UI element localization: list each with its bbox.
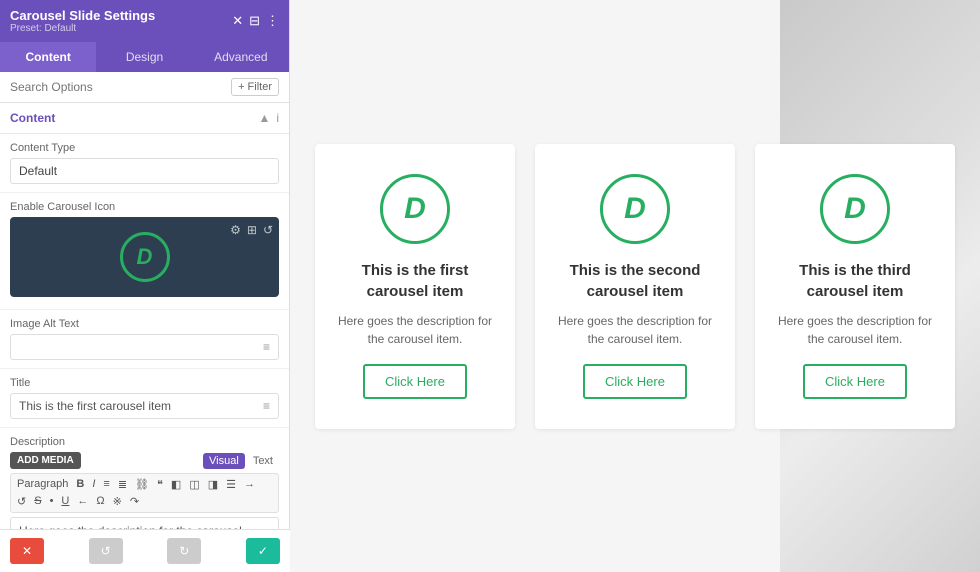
carousel-desc-1: Here goes the description for the carous… [555, 312, 715, 348]
carousel-title-1: This is the second carousel item [555, 260, 715, 302]
save-button[interactable]: ✓ [246, 538, 280, 564]
carousel-letter-0: D [404, 192, 426, 226]
carousel-desc-2: Here goes the description for the carous… [775, 312, 935, 348]
indent-icon[interactable]: → [241, 477, 258, 492]
editor-toolbar: Paragraph B I ≡ ≣ ⛓ ❝ ◧ ◫ ◨ ☰ → ↺ S • U … [10, 473, 279, 513]
paragraph-select[interactable]: Paragraph [14, 477, 71, 492]
section-title: Content [10, 111, 55, 125]
search-bar: + Filter [0, 72, 289, 103]
panel-footer: ✕ ↺ ↻ ✓ [0, 529, 290, 572]
panel-tabs: Content Design Advanced [0, 42, 289, 72]
refresh-icon[interactable]: ↺ [263, 223, 273, 237]
carousel-button-2[interactable]: Click Here [803, 364, 907, 399]
carousel-letter-2: D [844, 192, 866, 226]
align-center-icon[interactable]: ◫ [186, 477, 202, 492]
panel-title: Carousel Slide Settings [10, 8, 155, 23]
carousel-button-0[interactable]: Click Here [363, 364, 467, 399]
content-type-label: Content Type [10, 142, 279, 154]
title-input[interactable] [11, 394, 255, 418]
bullet-icon[interactable]: • [47, 494, 57, 509]
panel-header: Carousel Slide Settings Preset: Default … [0, 0, 289, 42]
enable-icon-field: Enable Carousel Icon ⚙ ⊞ ↺ D [0, 193, 289, 310]
align-justify-icon[interactable]: ☰ [223, 477, 239, 492]
visual-tab[interactable]: Visual [203, 453, 245, 469]
title-input-icon[interactable]: ≡ [255, 399, 278, 413]
bold-icon[interactable]: B [73, 477, 87, 492]
settings-panel: Carousel Slide Settings Preset: Default … [0, 0, 290, 572]
visual-text-tabs: Visual Text [203, 453, 279, 469]
title-field: Title ≡ [0, 369, 289, 428]
omega-icon[interactable]: Ω [93, 494, 107, 509]
icon-preview-controls: ⚙ ⊞ ↺ [230, 223, 273, 237]
link-icon[interactable]: ⛓ [132, 477, 152, 492]
underline-icon[interactable]: U [58, 494, 72, 509]
panel-header-icons: ✕ ⊟ ⋮ [232, 13, 279, 29]
undo-button[interactable]: ↺ [89, 538, 123, 564]
carousel-desc-0: Here goes the description for the carous… [335, 312, 495, 348]
italic-icon[interactable]: I [89, 477, 98, 492]
strikethrough-icon[interactable]: S [31, 494, 44, 509]
carousel-container: D This is the first carousel item Here g… [290, 104, 980, 469]
content-type-select[interactable]: Default [10, 158, 279, 184]
image-alt-input-wrapper: ≡ [10, 334, 279, 360]
content-type-field: Content Type Default [0, 134, 289, 193]
panel-body: Content ▲ i Content Type Default Enable … [0, 103, 289, 572]
carousel-title-2: This is the third carousel item [775, 260, 935, 302]
image-alt-input[interactable] [11, 335, 255, 359]
description-label: Description [10, 436, 279, 448]
add-media-button[interactable]: ADD MEDIA [10, 452, 81, 469]
title-input-wrapper: ≡ [10, 393, 279, 419]
image-alt-field: Image Alt Text ≡ [0, 310, 289, 369]
redo-button[interactable]: ↻ [167, 538, 201, 564]
align-left-icon[interactable]: ◧ [168, 477, 184, 492]
align-right-icon[interactable]: ◨ [205, 477, 221, 492]
carousel-item: D This is the third carousel item Here g… [755, 144, 955, 429]
undo-toolbar-icon[interactable]: ↺ [14, 494, 29, 509]
image-alt-label: Image Alt Text [10, 318, 279, 330]
content-section-header: Content ▲ i [0, 103, 289, 134]
carousel-button-1[interactable]: Click Here [583, 364, 687, 399]
special-icon[interactable]: ※ [110, 494, 125, 509]
search-input[interactable] [10, 80, 225, 94]
collapse-icon[interactable]: ▲ [258, 111, 270, 125]
settings-icon[interactable]: ⚙ [230, 223, 241, 237]
minimize-icon[interactable]: ⊟ [249, 13, 260, 29]
preview-panel: D This is the first carousel item Here g… [290, 0, 980, 572]
input-settings-icon[interactable]: ≡ [255, 340, 278, 354]
divi-logo-preview: D [120, 232, 170, 282]
filter-button[interactable]: + Filter [231, 78, 279, 96]
panel-header-info: Carousel Slide Settings Preset: Default [10, 8, 155, 34]
carousel-item: D This is the first carousel item Here g… [315, 144, 515, 429]
outdent-icon[interactable]: ← [74, 494, 91, 509]
section-controls: ▲ i [258, 111, 279, 125]
redo-toolbar-icon[interactable]: ↷ [127, 494, 142, 509]
text-tab[interactable]: Text [247, 453, 279, 469]
section-info-icon[interactable]: i [276, 111, 279, 125]
carousel-icon-1: D [600, 174, 670, 244]
desc-toolbar: ADD MEDIA Visual Text [10, 452, 279, 469]
grid-icon[interactable]: ⊞ [247, 223, 257, 237]
divi-letter: D [137, 244, 153, 270]
blockquote-icon[interactable]: ❝ [154, 477, 166, 492]
ol-icon[interactable]: ≣ [115, 477, 130, 492]
tab-content[interactable]: Content [0, 42, 96, 72]
carousel-item: D This is the second carousel item Here … [535, 144, 735, 429]
carousel-letter-1: D [624, 192, 646, 226]
cancel-button[interactable]: ✕ [10, 538, 44, 564]
icon-preview-box: ⚙ ⊞ ↺ D [10, 217, 279, 297]
enable-icon-label: Enable Carousel Icon [10, 201, 279, 213]
carousel-icon-2: D [820, 174, 890, 244]
ul-icon[interactable]: ≡ [100, 477, 112, 492]
title-label: Title [10, 377, 279, 389]
carousel-icon-0: D [380, 174, 450, 244]
close-icon[interactable]: ✕ [232, 13, 243, 29]
carousel-title-0: This is the first carousel item [335, 260, 495, 302]
tab-advanced[interactable]: Advanced [193, 42, 289, 72]
panel-preset: Preset: Default [10, 23, 155, 34]
tab-design[interactable]: Design [96, 42, 192, 72]
more-icon[interactable]: ⋮ [266, 13, 279, 29]
